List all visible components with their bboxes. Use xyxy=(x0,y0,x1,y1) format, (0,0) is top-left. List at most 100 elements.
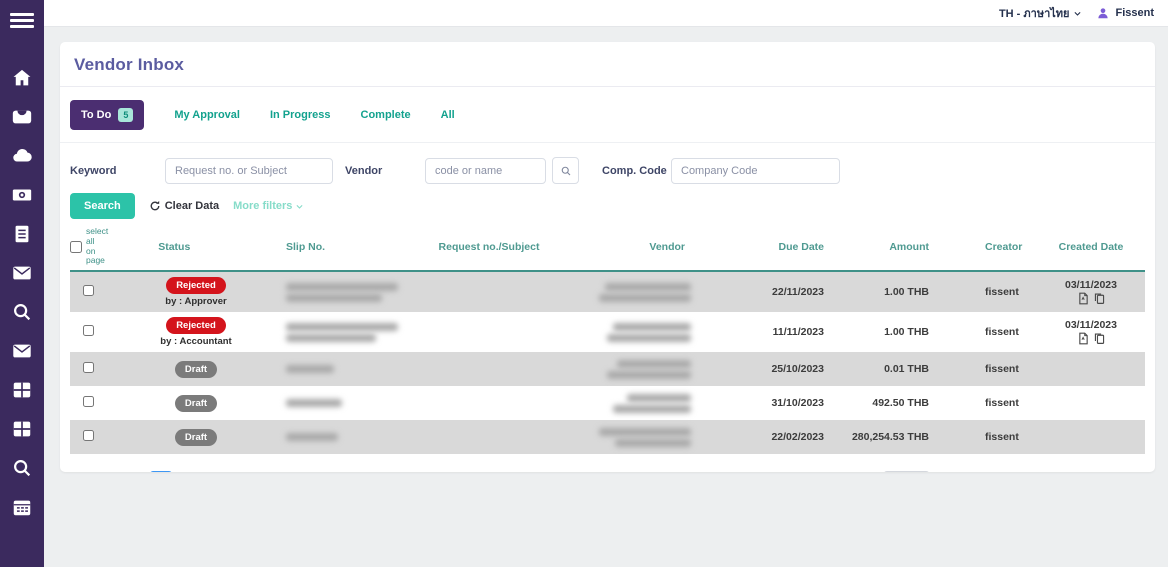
redacted-vendor-text xyxy=(599,294,691,302)
redacted-vendor-text xyxy=(613,405,691,413)
status-cell: Draft xyxy=(106,429,286,446)
table-grid-icon[interactable] xyxy=(11,418,33,440)
redacted-vendor-text xyxy=(599,428,691,436)
page-size-select[interactable]: 10 xyxy=(883,471,930,472)
column-header-creator: Creator xyxy=(975,241,1037,253)
row-action-icons xyxy=(1037,292,1145,305)
inbox-icon[interactable] xyxy=(11,106,33,128)
table-row[interactable]: Draft22/02/2023280,254.53 THBfissent xyxy=(70,420,1145,454)
slip-no-cell xyxy=(286,320,401,345)
tab-in-progress[interactable]: In Progress xyxy=(270,109,331,121)
cloud-icon[interactable] xyxy=(11,145,33,167)
column-header-status: Status xyxy=(158,241,190,253)
mail-icon[interactable] xyxy=(11,262,33,284)
home-icon[interactable] xyxy=(11,67,33,89)
column-header-vendor: Vendor xyxy=(577,241,705,253)
table-row[interactable]: Draft25/10/20230.01 THBfissent xyxy=(70,352,1145,386)
vendor-input[interactable] xyxy=(425,158,546,184)
vendor-cell xyxy=(577,425,705,450)
refresh-icon xyxy=(149,200,161,212)
created-date-cell: 03/11/2023 xyxy=(1037,319,1145,345)
status-badge: Draft xyxy=(175,361,217,378)
creator-cell: fissent xyxy=(975,286,1037,298)
table-grid-icon[interactable] xyxy=(11,379,33,401)
table-body: Rejectedby : Approver22/11/20231.00 THBf… xyxy=(70,272,1145,454)
status-badge: Rejected xyxy=(166,317,226,334)
column-header-due-date: Due Date xyxy=(705,241,840,253)
mail-icon[interactable] xyxy=(11,340,33,362)
tab-to-do[interactable]: To Do 5 xyxy=(70,100,144,130)
row-checkbox[interactable] xyxy=(83,285,94,296)
keyword-input[interactable] xyxy=(165,158,333,184)
row-checkbox[interactable] xyxy=(83,325,94,336)
creator-cell: fissent xyxy=(975,326,1037,338)
more-filters-toggle[interactable]: More filters xyxy=(233,200,304,212)
more-filters-label: More filters xyxy=(233,200,292,212)
table-row[interactable]: Rejectedby : Accountant11/11/20231.00 TH… xyxy=(70,312,1145,352)
search-button[interactable]: Search xyxy=(70,193,135,219)
username: Fissent xyxy=(1115,7,1154,19)
vendor-cell xyxy=(577,391,705,416)
status-by-label: by : Accountant xyxy=(106,336,286,347)
chevron-down-icon xyxy=(295,202,304,211)
row-checkbox[interactable] xyxy=(83,430,94,441)
select-all-checkbox[interactable] xyxy=(70,241,82,253)
comp-code-input[interactable] xyxy=(671,158,840,184)
due-date-cell: 11/11/2023 xyxy=(705,326,840,338)
calendar-icon[interactable] xyxy=(11,496,33,518)
magnifier-icon xyxy=(560,165,572,177)
user-menu[interactable]: Fissent xyxy=(1096,6,1154,20)
language-selector[interactable]: TH - ภาษาไทย xyxy=(999,4,1083,22)
status-badge: Rejected xyxy=(166,277,226,294)
redacted-vendor-text xyxy=(607,371,691,379)
redacted-slip-text xyxy=(286,323,398,331)
copy-icon[interactable] xyxy=(1093,332,1106,345)
redacted-vendor-text xyxy=(617,360,691,368)
table-row[interactable]: Rejectedby : Approver22/11/20231.00 THBf… xyxy=(70,272,1145,312)
document-icon[interactable] xyxy=(1077,332,1090,345)
status-cell: Draft xyxy=(106,395,286,412)
select-all-label: select allon page xyxy=(86,227,108,266)
column-header-request: Request no./Subject xyxy=(401,241,577,253)
status-cell: Draft xyxy=(106,361,286,378)
tab-complete[interactable]: Complete xyxy=(361,109,411,121)
vendor-search-button[interactable] xyxy=(552,157,579,184)
tab-my-approval[interactable]: My Approval xyxy=(174,109,240,121)
tab-count-badge: 5 xyxy=(118,108,133,122)
clear-data-label: Clear Data xyxy=(165,200,219,212)
language-label: TH - ภาษาไทย xyxy=(999,4,1070,22)
row-checkbox[interactable] xyxy=(83,396,94,407)
clear-data-button[interactable]: Clear Data xyxy=(149,200,219,212)
chevron-down-icon xyxy=(1073,9,1082,18)
action-row: Search Clear Data More filters xyxy=(60,184,1155,219)
amount-cell: 1.00 THB xyxy=(840,286,975,298)
tab-all[interactable]: All xyxy=(441,109,455,121)
redacted-vendor-text xyxy=(613,323,691,331)
topbar: TH - ภาษาไทย Fissent xyxy=(44,0,1168,27)
payment-icon[interactable] xyxy=(11,184,33,206)
vendor-cell xyxy=(577,320,705,345)
copy-icon[interactable] xyxy=(1093,292,1106,305)
slip-no-cell xyxy=(286,280,401,305)
vendor-inbox-table: select allon page Status Slip No. Reques… xyxy=(60,219,1155,454)
document-list-icon[interactable] xyxy=(11,223,33,245)
keyword-label: Keyword xyxy=(70,165,165,177)
redacted-slip-text xyxy=(286,294,382,302)
due-date-cell: 22/02/2023 xyxy=(705,431,840,443)
search-icon[interactable] xyxy=(11,301,33,323)
column-header-amount: Amount xyxy=(840,241,975,253)
column-header-created-date: Created Date xyxy=(1037,241,1145,253)
redacted-slip-text xyxy=(286,334,376,342)
page-title: Vendor Inbox xyxy=(74,55,1141,75)
row-checkbox[interactable] xyxy=(83,362,94,373)
document-icon[interactable] xyxy=(1077,292,1090,305)
search-icon[interactable] xyxy=(11,457,33,479)
amount-cell: 280,254.53 THB xyxy=(840,431,975,443)
redacted-vendor-text xyxy=(605,283,691,291)
table-header-row: select allon page Status Slip No. Reques… xyxy=(70,227,1145,272)
table-row[interactable]: Draft31/10/2023492.50 THBfissent xyxy=(70,386,1145,420)
page-number-button[interactable]: 1 xyxy=(150,471,172,472)
created-date-value: 03/11/2023 xyxy=(1037,319,1145,331)
amount-cell: 492.50 THB xyxy=(840,397,975,409)
menu-toggle-icon[interactable] xyxy=(10,9,34,31)
